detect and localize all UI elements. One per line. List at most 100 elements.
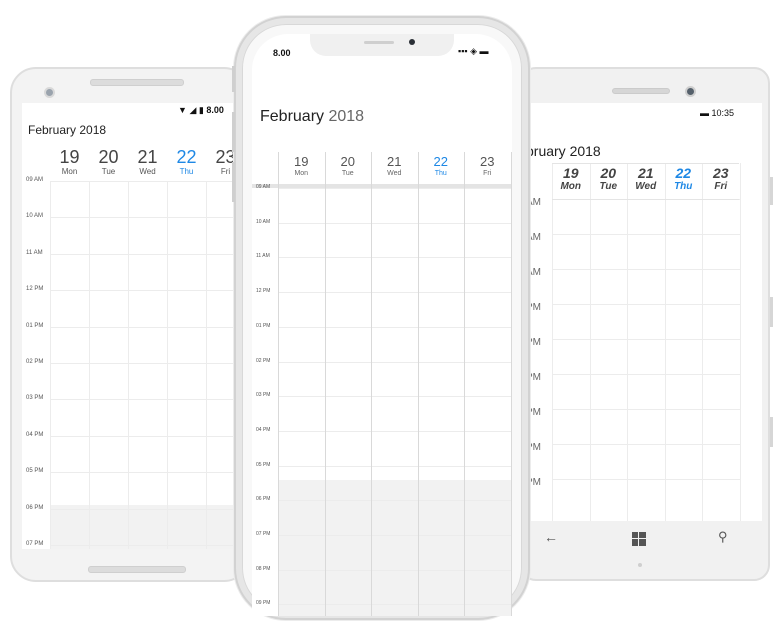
time-label: 01 PM	[26, 322, 44, 329]
hour-line	[552, 409, 740, 410]
iphone-year: 2018	[328, 108, 365, 125]
day-number: 20	[340, 154, 355, 169]
time-label: 04 PM	[256, 426, 271, 433]
day-name: Mon	[61, 167, 78, 176]
hour-line	[50, 290, 242, 292]
windows-nav-bar: ← ⚲	[528, 521, 762, 561]
windows-side-button	[770, 177, 773, 205]
day-header-thu[interactable]: 22 Thu	[167, 147, 206, 177]
day-header-thu[interactable]: 22 Thu	[418, 154, 465, 178]
back-icon[interactable]: ←	[544, 529, 558, 545]
windows-header-title: bruary 2018	[528, 143, 601, 159]
day-header-thu[interactable]: 22 Thu	[665, 165, 703, 193]
hour-line	[50, 472, 242, 474]
non-working-hours	[50, 505, 242, 549]
day-number: 21	[637, 165, 654, 181]
day-header-mon[interactable]: 19 Mon	[50, 147, 89, 177]
hour-line	[278, 222, 511, 224]
day-column-line	[510, 152, 512, 616]
day-number: 23	[712, 165, 729, 181]
iphone-screen: 8.00 ▪▪▪ ◈ ▬ February 2018 19 Mon 20 Tue 21 W…	[252, 34, 512, 616]
hour-line	[278, 569, 511, 571]
day-column-line	[739, 163, 741, 521]
hour-line	[552, 374, 740, 375]
day-column-line	[50, 181, 51, 549]
time-label: 03 PM	[256, 392, 271, 399]
windows-status-time: 10:35	[711, 108, 735, 118]
time-label: 02 PM	[256, 357, 271, 364]
time-label: 09 AM	[26, 177, 44, 183]
time-label: 09 AM	[256, 184, 271, 190]
day-column-line	[278, 152, 279, 616]
hour-line	[50, 181, 242, 182]
hour-line	[50, 217, 242, 219]
hour-line	[552, 304, 740, 305]
android-screen: ▼ ◢ ▮ 8.00 February 2018 19 Mon 20 Tue 21 Wed…	[22, 103, 243, 549]
day-header-fri[interactable]: 23 Fri	[464, 154, 511, 178]
day-name: Thu	[434, 170, 447, 177]
day-column-line	[128, 181, 129, 549]
android-year: 2018	[79, 123, 107, 137]
hour-line	[50, 435, 242, 437]
day-header-fri[interactable]: 23 Fri	[702, 165, 740, 193]
day-column-line	[417, 152, 419, 616]
hour-line	[50, 363, 242, 364]
day-name: Thu	[179, 167, 194, 176]
day-header-wed[interactable]: 21 Wed	[371, 154, 418, 178]
day-column-line	[552, 163, 553, 521]
hour-line	[50, 399, 242, 401]
day-name: Fri	[714, 181, 728, 192]
windows-phone-frame: ▬ 10:35 bruary 2018 19 Mon 20 Tue 21 Wed 22 Thu…	[520, 67, 773, 581]
signal-icon: ◢	[189, 105, 197, 115]
windows-camera	[685, 86, 696, 97]
hour-line	[278, 361, 511, 363]
hour-line	[278, 465, 511, 467]
day-column-line	[664, 163, 666, 521]
day-header-tue[interactable]: 20 Tue	[590, 165, 628, 193]
hour-line	[278, 604, 511, 606]
header-bottom-border	[552, 199, 739, 200]
hour-line	[552, 269, 740, 270]
hour-line	[278, 188, 511, 189]
day-header-mon[interactable]: 19 Mon	[552, 165, 590, 193]
day-number: 23	[480, 154, 495, 169]
time-label: 05 PM	[256, 461, 271, 468]
time-label: 11 AM	[256, 253, 270, 260]
hour-line	[552, 234, 740, 235]
hour-line	[552, 339, 740, 340]
time-label: 06 PM	[256, 496, 271, 503]
android-status-time: 8.00	[206, 105, 224, 115]
day-header-wed[interactable]: 21 Wed	[627, 165, 665, 193]
time-label: 04 PM	[26, 431, 44, 438]
day-name: Wed	[387, 170, 402, 177]
time-label: 12 PM	[256, 288, 271, 295]
windows-status-bar: ▬ 10:35	[700, 108, 734, 118]
iphone-camera	[409, 39, 415, 45]
windows-start-icon[interactable]	[632, 532, 646, 546]
search-icon[interactable]: ⚲	[718, 529, 728, 545]
day-column-line	[589, 163, 591, 521]
day-column-line	[627, 163, 628, 521]
hour-line	[278, 500, 511, 502]
iphone-side-button	[232, 66, 235, 92]
android-home-bar[interactable]	[88, 566, 186, 573]
day-header-tue[interactable]: 20 Tue	[89, 147, 128, 177]
day-name: Tue	[341, 170, 354, 177]
day-header-tue[interactable]: 20 Tue	[325, 154, 372, 178]
day-number: 20	[600, 165, 617, 181]
android-status-icons: ▼ ◢ ▮ 8.00	[178, 105, 224, 116]
iphone-status-icons: ▪▪▪ ◈ ▬	[458, 46, 489, 57]
day-number: 19	[562, 165, 579, 181]
time-label: 01 PM	[256, 322, 271, 329]
hour-line	[278, 257, 511, 259]
day-header-mon[interactable]: 19 Mon	[278, 154, 325, 178]
time-label: 07 PM	[256, 531, 271, 537]
time-label: 12 PM	[26, 286, 44, 293]
android-header-title: February 2018	[28, 123, 106, 137]
day-header-wed[interactable]: 21 Wed	[128, 147, 167, 177]
iphone-status-time: 8.00	[273, 48, 291, 58]
windows-indicator-dot	[638, 563, 642, 567]
day-number: 22	[433, 154, 448, 169]
time-label: 05 PM	[26, 468, 44, 475]
day-number: 22	[675, 165, 692, 181]
